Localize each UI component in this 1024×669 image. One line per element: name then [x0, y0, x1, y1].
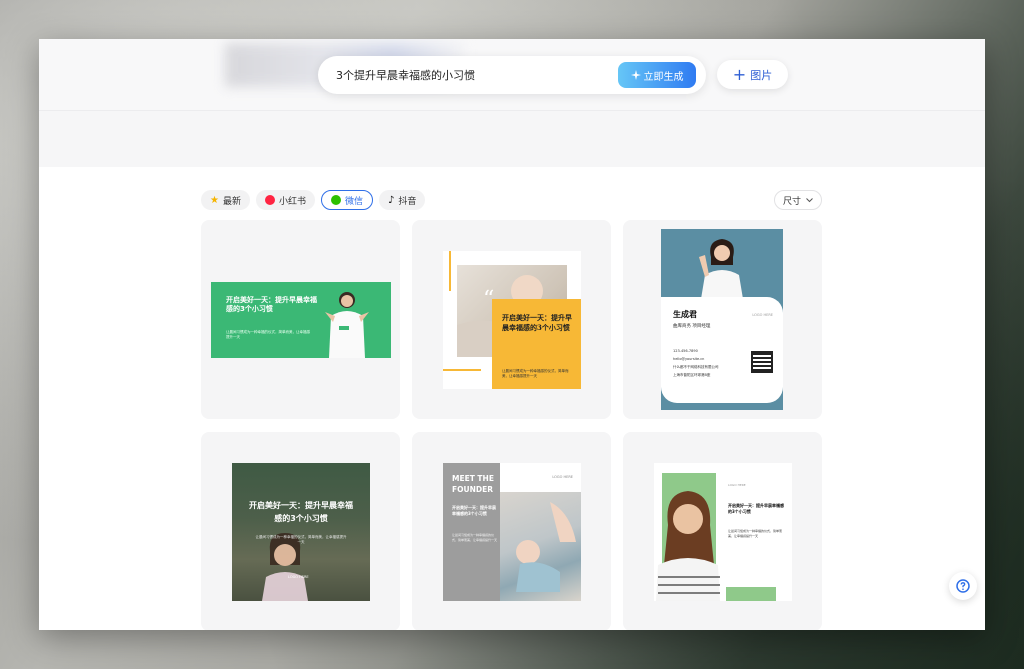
- tab-latest-label: 最新: [222, 196, 241, 207]
- template-preview: 开启美好一天：提升早晨幸福感的3个小习惯 让晨间习惯成为一种幸福的仪式，简单而美…: [211, 282, 391, 358]
- generate-button[interactable]: 立即生成: [618, 62, 696, 88]
- template-preview: 生成君 曲库商务 项目经理 LOGO HERE 123-456-7890 hel…: [661, 229, 783, 410]
- template-card-6[interactable]: LOGO HERE 开启美好一天：提升早晨幸福感的3个小习惯 让晨间习惯成为一种…: [623, 432, 822, 630]
- contact-role: 曲库商务 项目经理: [673, 324, 711, 329]
- help-icon: [956, 579, 970, 593]
- business-card: 生成君 曲库商务 项目经理 LOGO HERE 123-456-7890 hel…: [661, 297, 783, 403]
- template-preview: LOGO HERE MEET THE FOUNDER 开启美好一天：提升早晨幸福…: [443, 463, 581, 601]
- baby-illustration: [516, 502, 576, 592]
- category-tabs: ★ 最新 小红书 微信 ♪ 抖音: [201, 190, 426, 210]
- baby-photo: [500, 492, 581, 601]
- template-preview: 开启美好一天：提升早晨幸福感的3个小习惯 让晨间习惯成为一种幸福的仪式，简单而美…: [232, 463, 370, 601]
- template-body: 让晨间习惯成为一种幸福的仪式，简单而美，让幸福感提升一天: [226, 330, 310, 339]
- template-card-5[interactable]: LOGO HERE MEET THE FOUNDER 开启美好一天：提升早晨幸福…: [412, 432, 611, 630]
- contact-company: 什么都不干网络科技有限公司: [673, 365, 719, 369]
- template-body: 让晨间习惯成为一种幸福的仪式，简单而美，让幸福感提升一天: [728, 529, 783, 538]
- tab-douyin-label: 抖音: [398, 196, 417, 207]
- contact-info: 123-456-7890 hello@yoursite.cn 什么都不干网络科技…: [673, 347, 719, 379]
- tab-latest[interactable]: ★ 最新: [201, 190, 250, 210]
- contact-phone: 123-456-7890: [673, 349, 698, 353]
- template-preview: “ 开启美好一天：提升早晨幸福感的3个小习惯 让晨间习惯成为一种幸福感的仪式，简…: [443, 251, 581, 389]
- template-title: 开启美好一天：提升早晨幸福感的3个小习惯: [226, 296, 317, 313]
- tab-xiaohongshu-label: 小红书: [278, 196, 306, 207]
- xiaohongshu-icon: [264, 195, 275, 205]
- template-heading: MEET THE FOUNDER: [452, 474, 494, 494]
- app-window: 3个提升早晨幸福感的小习惯 立即生成 + 图片 ★ 最新 小红书 微信 ♪ 抖音: [39, 39, 985, 630]
- person-photo: [699, 239, 743, 299]
- tab-wechat-label: 微信: [345, 196, 364, 207]
- template-card-2[interactable]: “ 开启美好一天：提升早晨幸福感的3个小习惯 让晨间习惯成为一种幸福感的仪式，简…: [412, 220, 611, 419]
- template-body: 让晨间习惯成为一种幸福感的仪式，简单而美，让幸福感提升一天: [502, 369, 569, 378]
- prompt-input[interactable]: 3个提升早晨幸福感的小习惯 立即生成: [318, 56, 706, 94]
- person-photo: [325, 292, 369, 358]
- template-title: 开启美好一天：提升早晨幸福感的3个小习惯: [452, 505, 496, 516]
- add-image-button[interactable]: + 图片: [717, 60, 788, 89]
- sparkle-icon: [630, 70, 641, 80]
- logo-text: LOGO HERE: [288, 575, 309, 579]
- template-card-1[interactable]: 开启美好一天：提升早晨幸福感的3个小习惯 让晨间习惯成为一种幸福的仪式，简单而美…: [201, 220, 400, 419]
- contact-email: hello@yoursite.cn: [673, 357, 705, 361]
- accent-line: [443, 369, 481, 371]
- generate-label: 立即生成: [643, 71, 684, 83]
- header-band: [39, 111, 985, 167]
- wechat-icon: [331, 195, 341, 205]
- qr-code: [751, 351, 773, 373]
- contact-name: 生成君: [673, 310, 697, 319]
- accent-line: [449, 251, 451, 291]
- add-image-label: 图片: [750, 68, 773, 82]
- tab-douyin[interactable]: ♪ 抖音: [379, 190, 426, 210]
- help-button[interactable]: [949, 572, 977, 600]
- logo-text: LOGO HERE: [752, 313, 773, 317]
- template-preview: LOGO HERE 开启美好一天：提升早晨幸福感的3个小习惯 让晨间习惯成为一种…: [654, 463, 792, 601]
- template-title: 开启美好一天：提升早晨幸福感的3个小习惯: [728, 503, 784, 514]
- template-card-3[interactable]: 生成君 曲库商务 项目经理 LOGO HERE 123-456-7890 hel…: [623, 220, 822, 419]
- template-body: 让晨间习惯成为一种幸福的仪式，简单而美，让幸福感提升一天: [255, 535, 347, 544]
- size-label: 尺寸: [782, 196, 801, 207]
- person-photo: [656, 491, 720, 601]
- template-body: 让晨间习惯成为一种幸福感的仪式，简单而美，让幸福感提升一天: [452, 533, 498, 542]
- size-dropdown[interactable]: 尺寸: [774, 190, 822, 210]
- top-bar: 3个提升早晨幸福感的小习惯 立即生成 + 图片: [39, 39, 985, 111]
- yellow-panel: 开启美好一天：提升早晨幸福感的3个小习惯 让晨间习惯成为一种幸福感的仪式，简单而…: [492, 299, 581, 389]
- plus-icon: +: [732, 64, 747, 84]
- contact-address: 上海市普陀区环球港B座: [673, 373, 711, 377]
- prompt-text[interactable]: 3个提升早晨幸福感的小习惯: [336, 67, 475, 83]
- template-title: 开启美好一天：提升早晨幸福感的3个小习惯: [249, 501, 353, 523]
- tab-wechat[interactable]: 微信: [321, 190, 374, 210]
- douyin-icon: ♪: [388, 194, 395, 206]
- template-title: 开启美好一天：提升早晨幸福感的3个小习惯: [502, 313, 572, 332]
- logo-text: LOGO HERE: [552, 475, 573, 479]
- green-accent: [726, 587, 776, 601]
- logo-text: LOGO HERE: [728, 483, 746, 487]
- star-icon: ★: [210, 194, 219, 206]
- tab-xiaohongshu[interactable]: 小红书: [255, 190, 315, 210]
- grey-panel: MEET THE FOUNDER 开启美好一天：提升早晨幸福感的3个小习惯 让晨…: [443, 463, 500, 601]
- chevron-down-icon: [806, 197, 813, 202]
- template-card-4[interactable]: 开启美好一天：提升早晨幸福感的3个小习惯 让晨间习惯成为一种幸福的仪式，简单而美…: [201, 432, 400, 630]
